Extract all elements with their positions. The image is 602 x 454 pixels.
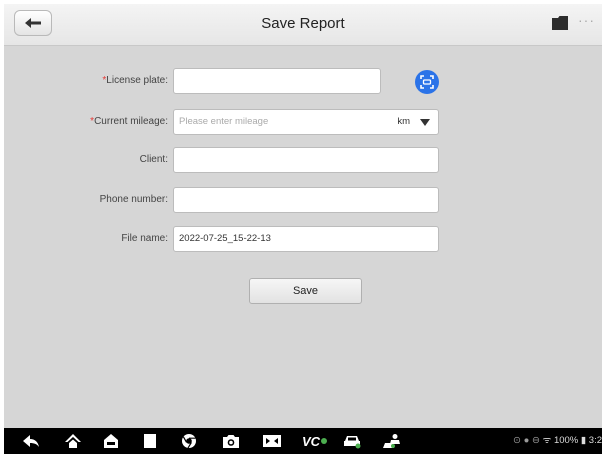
screenshot-icon[interactable] — [262, 433, 282, 449]
wifi-icon: ᯤ — [542, 435, 552, 446]
chrome-icon[interactable] — [181, 433, 197, 449]
clock: 3:2 — [588, 435, 602, 446]
client-label: Client: — [139, 154, 168, 165]
vci-status-dot — [321, 438, 328, 444]
battery-icon: ▮ — [580, 435, 587, 446]
license-plate-label-text: License plate: — [106, 75, 168, 86]
phone-number-input[interactable] — [173, 187, 439, 213]
title-bar: Save Report ··· — [4, 4, 602, 46]
current-mileage-row: *Current mileage: Please enter mileage k… — [4, 109, 602, 135]
mileage-unit-select[interactable]: km — [397, 110, 410, 134]
dnd-icon: ⊖ — [532, 435, 540, 446]
back-icon[interactable] — [22, 433, 40, 449]
save-button[interactable]: Save — [249, 278, 362, 304]
vci-icon[interactable]: VC — [302, 433, 328, 449]
file-name-row: File name: 2022-07-25_15-22-13 — [4, 226, 602, 252]
scan-plate-button[interactable] — [415, 70, 439, 94]
status-bar: ⊙ ● ⊖ ᯤ 100% ▮ 3:2 — [513, 428, 602, 454]
scan-icon — [420, 75, 434, 89]
system-nav-bar: VC ⊙ ● ⊖ ᯤ 100% ▮ 3:2 — [4, 428, 602, 454]
page-title: Save Report — [261, 15, 345, 32]
battery-percent: 100% — [553, 435, 579, 446]
license-plate-row: *License plate: — [4, 68, 602, 94]
vehicle-icon[interactable] — [342, 433, 362, 449]
mileage-placeholder: Please enter mileage — [179, 116, 269, 127]
client-row: Client: — [4, 147, 602, 173]
location-icon: ⊙ — [513, 435, 521, 446]
phone-number-label: Phone number: — [99, 194, 168, 205]
recent-apps-icon[interactable] — [143, 433, 157, 449]
chevron-down-icon[interactable] — [420, 119, 430, 126]
vci-label: VC — [302, 433, 321, 449]
folder-icon[interactable] — [552, 16, 568, 30]
file-name-label: File name: — [121, 233, 168, 244]
remote-support-icon[interactable] — [382, 433, 402, 449]
home-icon[interactable] — [64, 433, 82, 449]
client-input[interactable] — [173, 147, 439, 173]
app-window: Save Report ··· *License plate: *Current… — [4, 4, 602, 454]
sync-icon: ● — [523, 435, 530, 446]
file-name-input[interactable]: 2022-07-25_15-22-13 — [173, 226, 439, 252]
current-mileage-input[interactable]: Please enter mileage km — [173, 109, 439, 135]
more-options-icon[interactable]: ··· — [578, 12, 595, 28]
license-plate-label: *License plate: — [102, 68, 168, 94]
camera-icon[interactable] — [222, 433, 240, 449]
phone-number-row: Phone number: — [4, 187, 602, 213]
current-mileage-label: *Current mileage: — [90, 109, 168, 135]
license-plate-input[interactable] — [173, 68, 381, 94]
current-mileage-label-text: Current mileage: — [94, 116, 168, 127]
car-home-icon[interactable] — [103, 433, 119, 449]
